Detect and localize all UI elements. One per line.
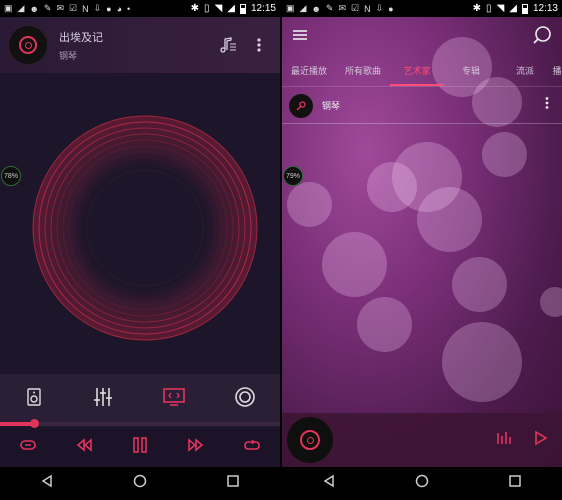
battery-icon — [239, 3, 246, 14]
check-icon: ☑ — [351, 3, 360, 13]
brush-icon: ✎ — [325, 3, 334, 13]
bluetooth-icon: ✱ — [472, 3, 482, 14]
brush-icon: ✎ — [43, 3, 52, 13]
playback-controls — [0, 428, 280, 466]
search-icon[interactable] — [532, 25, 552, 50]
song-artist: 钢琴 — [59, 50, 78, 61]
signal-icon: ◢ — [299, 3, 307, 13]
equalizer-bars-icon[interactable] — [496, 431, 512, 450]
notification-icons: ▣ ◢ ☻ ✎ ✉ ☑ N ⇩ ● ◕ • — [4, 3, 191, 14]
battery-icon — [521, 3, 528, 14]
mini-player[interactable] — [282, 413, 562, 467]
more-options-icon[interactable] — [244, 30, 274, 60]
mail-icon: ✉ — [56, 3, 65, 13]
equalizer-icon[interactable] — [92, 386, 114, 413]
seek-knob[interactable] — [29, 419, 39, 428]
tab-genres[interactable]: 流派 — [498, 57, 552, 86]
wifi-icon: ◥ — [214, 3, 223, 14]
more-options-icon[interactable] — [544, 96, 550, 115]
album-disc-icon[interactable] — [287, 417, 333, 463]
microphone-icon — [289, 93, 313, 118]
circle-icon: ● — [388, 3, 394, 14]
home-icon[interactable] — [133, 474, 147, 493]
notification-icons: ▣ ◢ ☻ ✎ ✉ ☑ N ⇩ ● — [286, 3, 473, 14]
tab-albums[interactable]: 专辑 — [444, 57, 498, 86]
player-screen: ▣ ◢ ☻ ✎ ✉ ☑ N ⇩ ● ◕ • ✱ ▯ ◥ ◢ 12:15 出埃及记… — [0, 0, 280, 500]
cell-signal-icon: ◢ — [227, 3, 235, 14]
sim-icon: ▣ — [286, 3, 295, 13]
status-bar: ▣ ◢ ☻ ✎ ✉ ☑ N ⇩ ● ◕ • ✱ ▯ ◥ ◢ 12:15 — [0, 0, 280, 17]
sim-icon: ▣ — [4, 3, 13, 13]
surround-icon[interactable] — [234, 386, 256, 413]
seek-bar[interactable] — [0, 419, 280, 428]
seek-bar-fill — [0, 422, 34, 426]
artist-name: 钢琴 — [322, 101, 341, 111]
player-tools-bar — [0, 374, 280, 424]
repeat-icon[interactable] — [237, 438, 267, 456]
library-screen: ▣ ◢ ☻ ✎ ✉ ☑ N ⇩ ● ✱ ▯ ◥ ◢ 12:13 最近播放 所有歌… — [282, 0, 562, 500]
visualizer-percent-badge: 78% — [1, 166, 21, 186]
screen-cast-icon[interactable] — [162, 387, 186, 412]
circle-icon: ● — [106, 3, 112, 14]
tab-all-songs[interactable]: 所有歌曲 — [336, 57, 390, 86]
circular-visualizer — [32, 115, 258, 341]
clock: 12:13 — [532, 3, 558, 14]
wifi-icon: ◥ — [496, 3, 505, 14]
back-icon[interactable] — [322, 474, 336, 493]
dot-icon: • — [127, 3, 131, 14]
recents-icon[interactable] — [226, 474, 240, 493]
tab-recent[interactable]: 最近播放 — [282, 57, 336, 86]
n-icon: N — [364, 3, 371, 14]
song-title: 出埃及记 — [59, 31, 103, 44]
menu-icon[interactable] — [292, 28, 308, 46]
cat-icon: ☻ — [311, 3, 321, 14]
playlist-music-icon[interactable] — [214, 30, 244, 60]
list-item[interactable]: 钢琴 — [282, 88, 562, 124]
rewind-icon[interactable] — [69, 438, 99, 456]
visualizer-percent-badge: 79% — [283, 166, 303, 186]
mail-icon: ✉ — [338, 3, 347, 13]
album-disc-icon[interactable] — [7, 24, 49, 66]
library-tabs: 最近播放 所有歌曲 艺术家 专辑 流派 播 — [282, 57, 562, 87]
home-icon[interactable] — [415, 474, 429, 493]
app-bar — [282, 17, 562, 57]
speaker-icon[interactable] — [24, 387, 44, 412]
cat-icon: ☻ — [29, 3, 39, 14]
clock: 12:15 — [250, 3, 276, 14]
tab-more[interactable]: 播 — [552, 57, 562, 86]
download-icon: ⇩ — [375, 3, 384, 13]
pause-icon[interactable] — [125, 436, 155, 458]
back-icon[interactable] — [40, 474, 54, 493]
bluetooth-icon: ✱ — [190, 3, 200, 14]
vibrate-icon: ▯ — [204, 3, 210, 14]
system-nav-bar — [282, 467, 562, 500]
n-icon: N — [82, 3, 89, 14]
cell-signal-icon: ◢ — [509, 3, 517, 14]
shuffle-icon[interactable] — [13, 438, 43, 456]
recents-icon[interactable] — [508, 474, 522, 493]
system-nav-bar — [0, 467, 280, 500]
play-icon[interactable] — [534, 430, 548, 451]
signal-icon: ◢ — [17, 3, 25, 13]
now-playing-header[interactable]: 出埃及记 钢琴 — [0, 17, 280, 73]
status-bar: ▣ ◢ ☻ ✎ ✉ ☑ N ⇩ ● ✱ ▯ ◥ ◢ 12:13 — [282, 0, 562, 17]
download-icon: ⇩ — [93, 3, 102, 13]
fast-forward-icon[interactable] — [181, 438, 211, 456]
vibrate-icon: ▯ — [486, 3, 492, 14]
check-icon: ☑ — [69, 3, 78, 13]
wechat-icon: ◕ — [116, 3, 123, 14]
tab-artists[interactable]: 艺术家 — [390, 57, 444, 86]
